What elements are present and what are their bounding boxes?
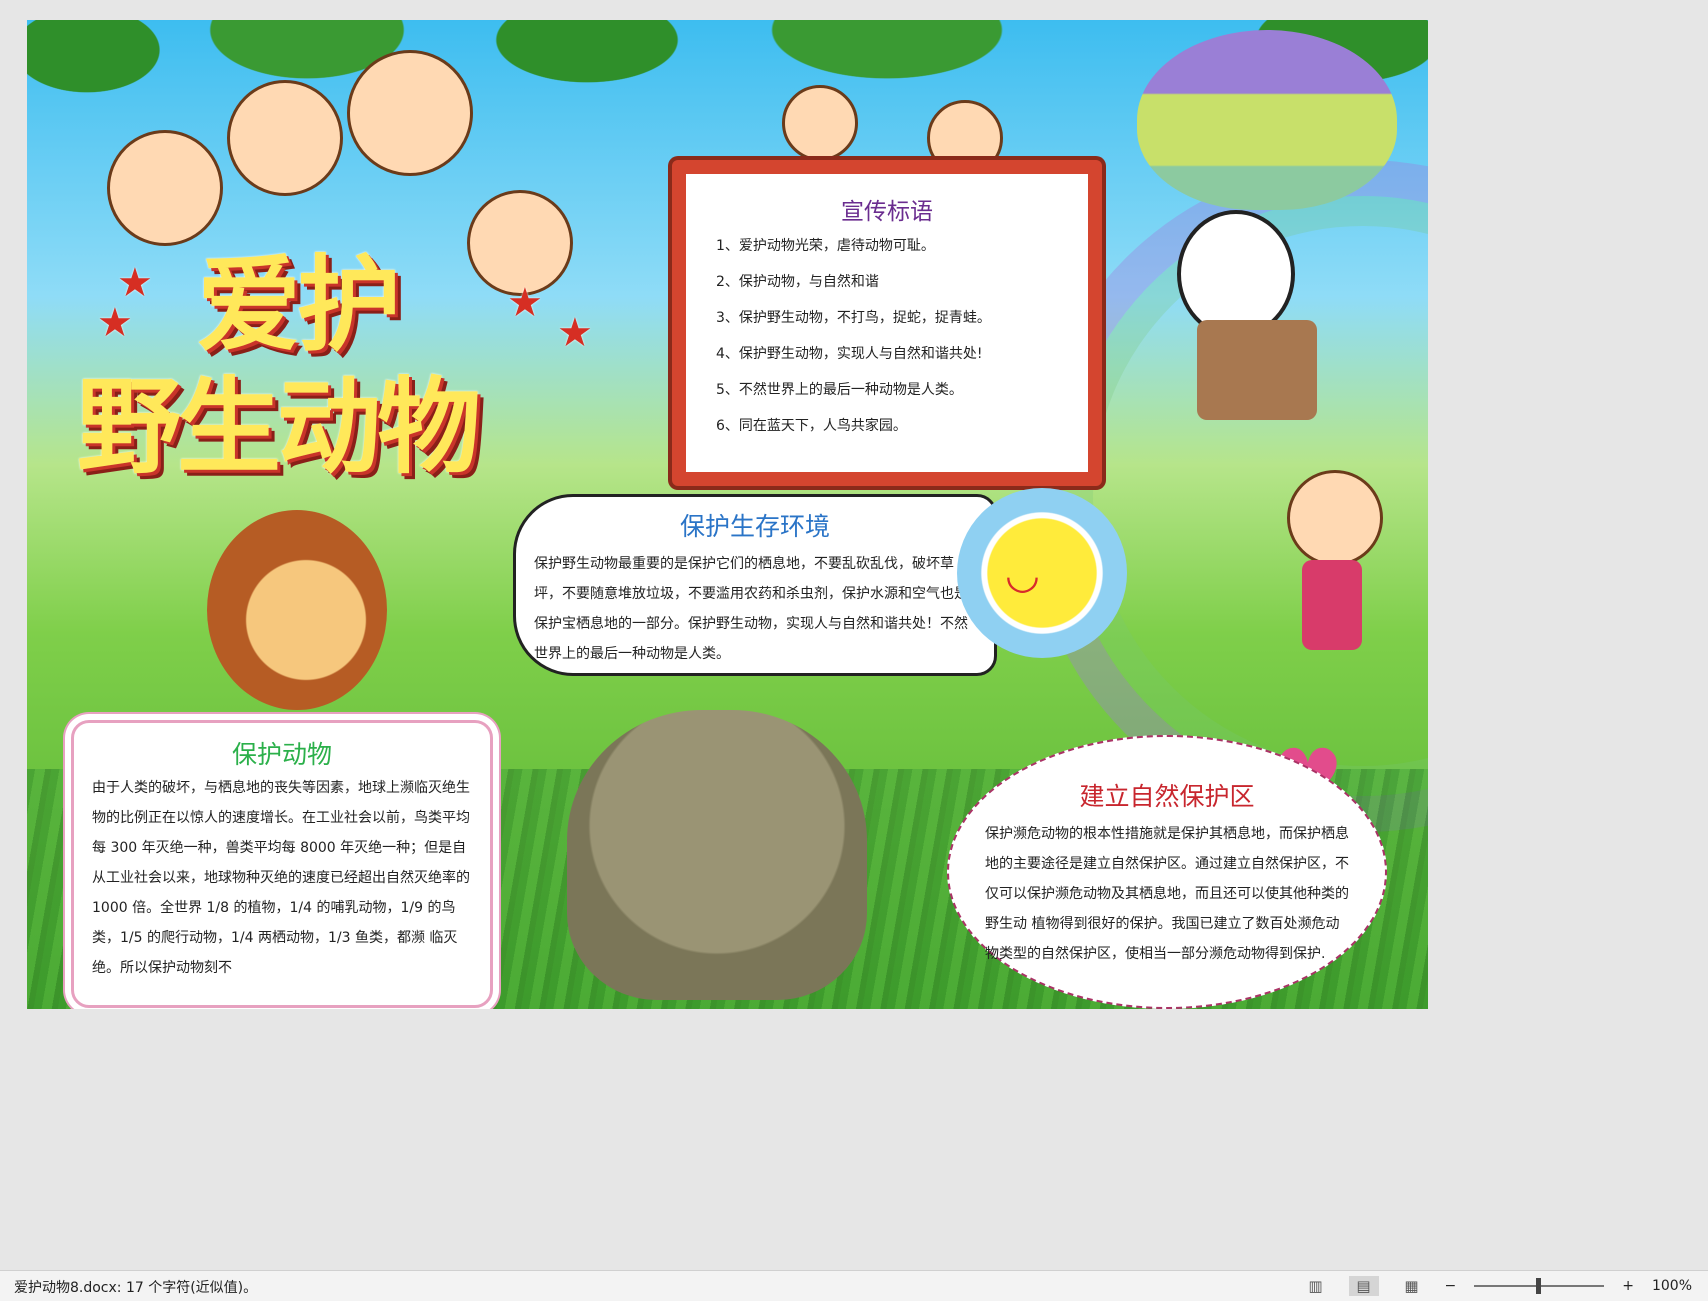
habitat-section: 保护生存环境 保护野生动物最重要的是保护它们的栖息地，不要乱砍乱伐，破坏草坪，不… [513, 494, 997, 676]
protect-text[interactable]: 由于人类的破坏，与栖息地的丧失等因素，地球上濒临灭绝生物的比例正在以惊人的速度增… [92, 773, 472, 983]
elephant-illustration [567, 710, 867, 1000]
girl-dress [1302, 560, 1362, 650]
title-line-2: 野生动物 [77, 366, 481, 488]
status-bar: 爱护动物8.docx: 17 个字符(近似值)。 ▥ ▤ ▦ − + 100% [0, 1270, 1708, 1301]
sun-illustration: ◡ [957, 488, 1127, 658]
read-mode-icon[interactable]: ▥ [1301, 1276, 1331, 1296]
zoom-in-button[interactable]: + [1622, 1278, 1634, 1294]
zoom-level[interactable]: 100% [1652, 1278, 1692, 1294]
smile-icon: ◡ [1005, 552, 1040, 598]
reserve-text[interactable]: 保护濒危动物的根本性措施就是保护其栖息地，而保护栖息地的主要途径是建立自然保护区… [985, 819, 1349, 969]
kid-illustration [227, 80, 343, 196]
star-icon: ★ [97, 300, 133, 346]
slogan-item: 1、爱护动物光荣，虐待动物可耻。 [716, 238, 935, 254]
document-page: 爱护 野生动物 ★ ★ ★ ★ 宣传标语 1、爱护动物光荣，虐待动物可耻。 2、… [27, 20, 1428, 1009]
slogan-item: 2、保护动物，与自然和谐 [716, 274, 879, 290]
document-info[interactable]: 爱护动物8.docx: 17 个字符(近似值)。 [14, 1277, 257, 1297]
girl-head [1287, 470, 1383, 566]
slogan-board: 宣传标语 1、爱护动物光荣，虐待动物可耻。 2、保护动物，与自然和谐 3、保护野… [672, 160, 1102, 486]
slogan-item: 5、不然世界上的最后一种动物是人类。 [716, 382, 963, 398]
balloon-basket [1197, 320, 1317, 420]
reserve-heading: 建立自然保护区 [1079, 782, 1255, 811]
panda-illustration [1177, 210, 1295, 338]
habitat-text[interactable]: 保护野生动物最重要的是保护它们的栖息地，不要乱砍乱伐，破坏草坪，不要随意堆放垃圾… [534, 549, 976, 669]
slogan-item: 3、保护野生动物，不打鸟，捉蛇，捉青蛙。 [716, 310, 991, 326]
kid-illustration [347, 50, 473, 176]
slogan-item: 4、保护野生动物，实现人与自然和谐共处! [716, 346, 983, 362]
protect-animals-section: 保护动物 由于人类的破坏，与栖息地的丧失等因素，地球上濒临灭绝生物的比例正在以惊… [71, 720, 493, 1008]
zoom-slider[interactable] [1474, 1278, 1605, 1294]
kid-illustration [782, 85, 858, 161]
star-icon: ★ [507, 280, 543, 326]
protect-heading: 保护动物 [231, 740, 332, 769]
slogan-heading: 宣传标语 [841, 199, 933, 225]
reserve-section: 建立自然保护区 保护濒危动物的根本性措施就是保护其栖息地，而保护栖息地的主要途径… [947, 735, 1387, 1009]
zoom-out-button[interactable]: − [1445, 1278, 1457, 1294]
hot-air-balloon [1137, 30, 1397, 210]
girl-illustration [1267, 460, 1397, 710]
poster-title: 爱护 野生动物 ★ ★ ★ ★ [77, 220, 617, 490]
habitat-heading: 保护生存环境 [679, 512, 830, 541]
view-controls: ▥ ▤ ▦ − + 100% [1301, 1276, 1692, 1296]
web-layout-icon[interactable]: ▦ [1397, 1276, 1427, 1296]
print-layout-icon[interactable]: ▤ [1348, 1276, 1379, 1296]
lion-illustration [207, 510, 387, 710]
star-icon: ★ [557, 310, 593, 356]
slogan-item: 6、同在蓝天下，人鸟共家园。 [716, 418, 907, 434]
zoom-slider-thumb[interactable] [1536, 1278, 1542, 1294]
